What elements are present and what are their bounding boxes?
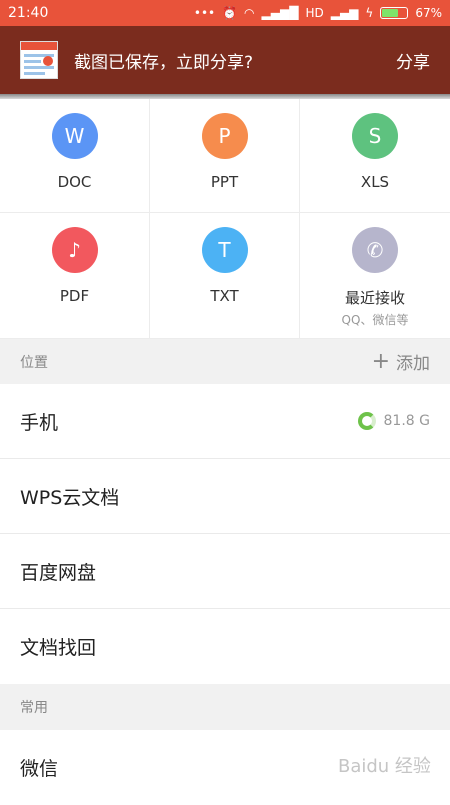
common-section-title: 常用 [20, 700, 48, 716]
status-icons: ••• ⏰ ◠ ▂▄▆█ HD ▂▄▆ ϟ 67% [194, 6, 442, 20]
signal-icon: ▂▄▆█ [261, 6, 299, 20]
watermark: Baidu 经验 [338, 756, 431, 777]
file-type-pdf[interactable]: ♪ PDF [0, 213, 150, 339]
battery-icon [380, 7, 409, 19]
file-type-sublabel: QQ、微信等 [341, 313, 409, 327]
file-type-recent[interactable]: ✆ 最近接收 QQ、微信等 [300, 213, 450, 339]
wifi-icon: ◠ [244, 6, 255, 20]
location-label: WPS云文档 [20, 486, 120, 509]
txt-icon: T [201, 227, 248, 273]
file-type-label: XLS [360, 173, 390, 191]
storage-ring-icon [357, 412, 376, 430]
recent-icon: ✆ [352, 227, 398, 273]
file-type-doc[interactable]: W DOC [0, 99, 150, 213]
location-label: 手机 [20, 411, 59, 434]
screenshot-toast[interactable]: 截图已保存，立即分享? 分享 [0, 26, 450, 94]
location-item-recovery[interactable]: 文档找回 [0, 609, 450, 684]
file-type-label: DOC [57, 173, 92, 191]
file-type-label: TXT [210, 287, 239, 305]
file-type-grid: W DOC P PPT S XLS ♪ PDF T TXT ✆ 最近接收 QQ、微信等 [0, 99, 450, 339]
location-section-header: 位置 + 添加 [0, 339, 450, 384]
location-label: 文档找回 [20, 637, 97, 659]
status-bar: 21:40 ••• ⏰ ◠ ▂▄▆█ HD ▂▄▆ ϟ 67% [0, 0, 450, 26]
doc-icon: W [51, 113, 98, 159]
location-item-wps-cloud[interactable]: WPS云文档 [0, 459, 450, 534]
location-label: 百度网盘 [20, 561, 97, 584]
file-type-label: PDF [59, 287, 90, 305]
screenshot-thumbnail[interactable] [20, 41, 58, 79]
location-section-title: 位置 [20, 354, 48, 371]
network-label: HD [305, 6, 324, 20]
file-type-label: 最近接收 [344, 289, 405, 307]
common-label: 微信 [20, 758, 59, 780]
location-item-baidu-pan[interactable]: 百度网盘 [0, 534, 450, 609]
alarm-icon: ⏰ [222, 6, 238, 20]
storage-info: 81.8 G [357, 412, 430, 430]
status-time: 21:40 [8, 5, 49, 21]
location-item-phone[interactable]: 手机 81.8 G [0, 384, 450, 459]
file-type-label: PPT [210, 173, 239, 191]
xls-icon: S [352, 113, 398, 159]
more-icon: ••• [193, 6, 216, 20]
toast-message: 截图已保存，立即分享? [74, 52, 254, 73]
battery-percent: 67% [415, 6, 442, 20]
add-location-button[interactable]: + 添加 [372, 349, 430, 374]
file-type-xls[interactable]: S XLS [300, 99, 450, 213]
storage-size: 81.8 G [383, 413, 430, 429]
share-button[interactable]: 分享 [396, 48, 430, 73]
charging-icon: ϟ [365, 6, 374, 20]
add-label: 添加 [396, 354, 430, 374]
pdf-icon: ♪ [51, 227, 98, 273]
signal-icon-2: ▂▄▆ [330, 6, 359, 20]
common-section-header: 常用 [0, 684, 450, 730]
file-type-txt[interactable]: T TXT [150, 213, 300, 339]
file-type-ppt[interactable]: P PPT [150, 99, 300, 213]
plus-icon: + [371, 349, 390, 374]
ppt-icon: P [201, 113, 248, 159]
